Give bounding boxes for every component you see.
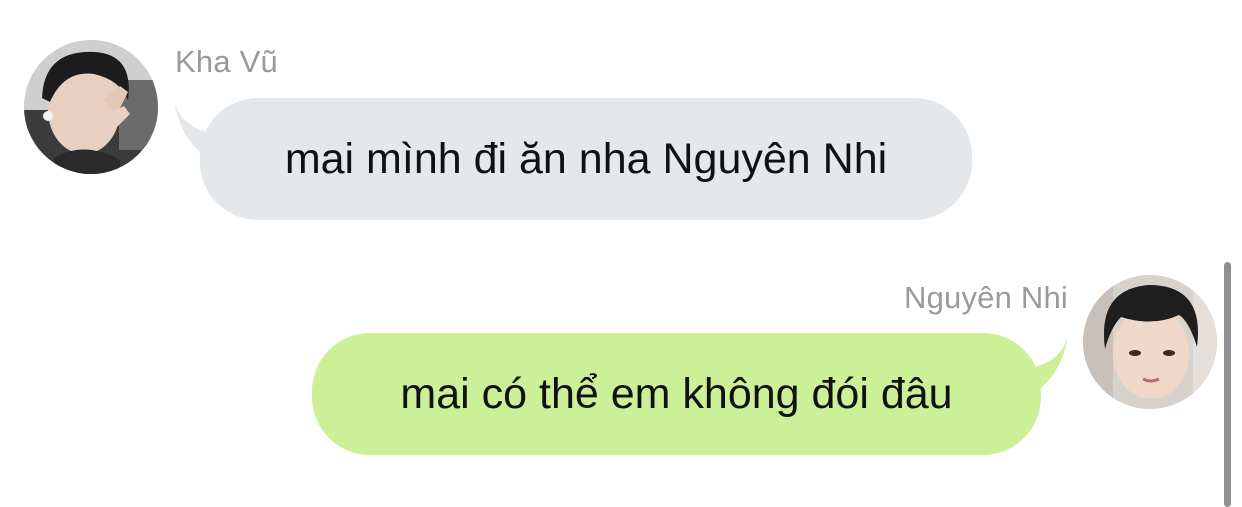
- sender-name: Nguyên Nhi: [904, 280, 1068, 315]
- avatar-kha-vu[interactable]: [24, 40, 158, 174]
- avatar-photo-icon: [24, 40, 158, 174]
- avatar-photo-icon: [1083, 275, 1217, 409]
- message-bubble-incoming[interactable]: mai mình đi ăn nha Nguyên Nhi: [200, 98, 972, 220]
- scrollbar[interactable]: [1224, 262, 1231, 507]
- sender-name: Kha Vũ: [175, 44, 278, 79]
- message-bubble-outgoing[interactable]: mai có thể em không đói đâu: [312, 333, 1041, 455]
- avatar-nguyen-nhi[interactable]: [1083, 275, 1217, 409]
- message-text: mai có thể em không đói đâu: [400, 369, 953, 418]
- message-text: mai mình đi ăn nha Nguyên Nhi: [284, 134, 888, 183]
